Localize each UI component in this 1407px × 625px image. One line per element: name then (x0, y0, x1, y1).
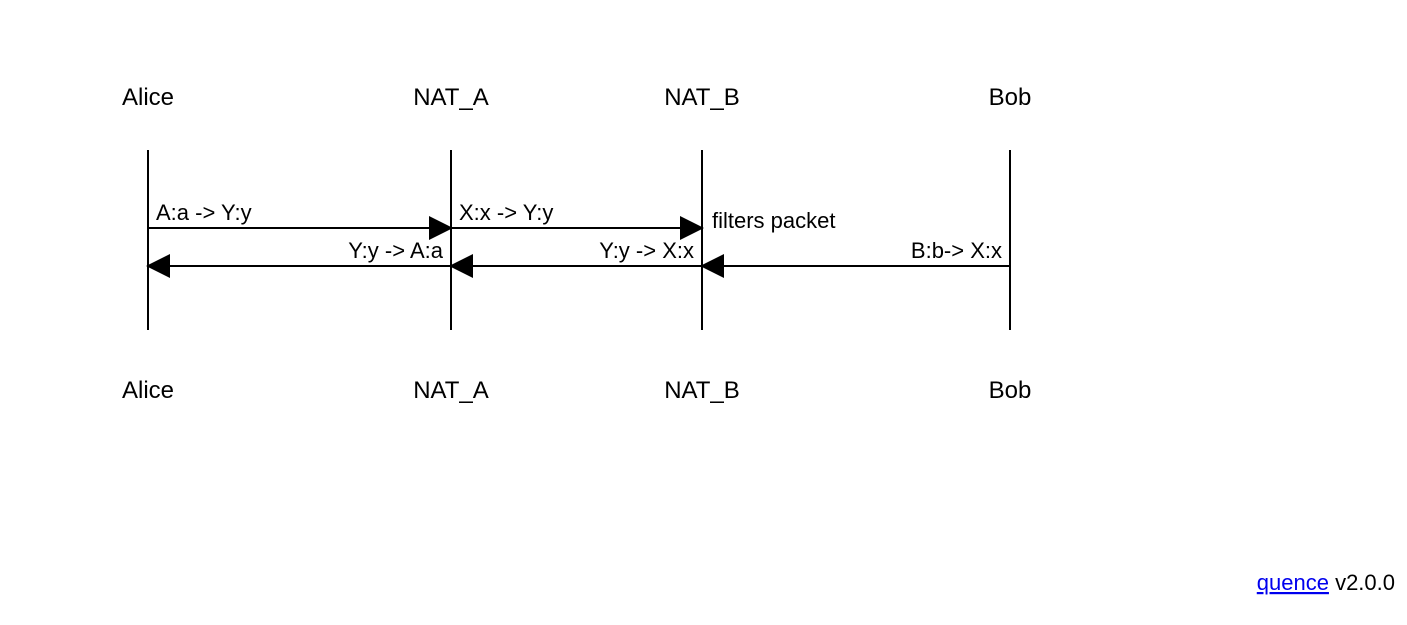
participant-nat-a-bottom: NAT_A (413, 377, 489, 404)
msg-alice-to-nata: A:a -> Y:y (156, 200, 252, 225)
participant-bob-top: Bob (989, 84, 1032, 111)
credits: quence v2.0.0 (1257, 570, 1395, 595)
participant-alice-bottom: Alice (122, 377, 174, 404)
note-filters-packet: filters packet (712, 208, 836, 233)
msg-nata-to-natb: X:x -> Y:y (459, 200, 553, 225)
sequence-diagram: Alice NAT_A NAT_B Bob A:a -> Y:y X:x -> … (0, 0, 1407, 625)
msg-natb-to-nata: Y:y -> X:x (599, 238, 694, 263)
participant-nat-a-top: NAT_A (413, 84, 489, 111)
participant-bob-bottom: Bob (989, 377, 1032, 404)
participant-nat-b-top: NAT_B (664, 84, 740, 111)
msg-nata-to-alice: Y:y -> A:a (348, 238, 444, 263)
credits-version: v2.0.0 (1329, 570, 1395, 595)
participant-nat-b-bottom: NAT_B (664, 377, 740, 404)
participant-alice-top: Alice (122, 84, 174, 111)
credits-link[interactable]: quence (1257, 570, 1329, 595)
msg-bob-to-natb: B:b-> X:x (911, 238, 1002, 263)
